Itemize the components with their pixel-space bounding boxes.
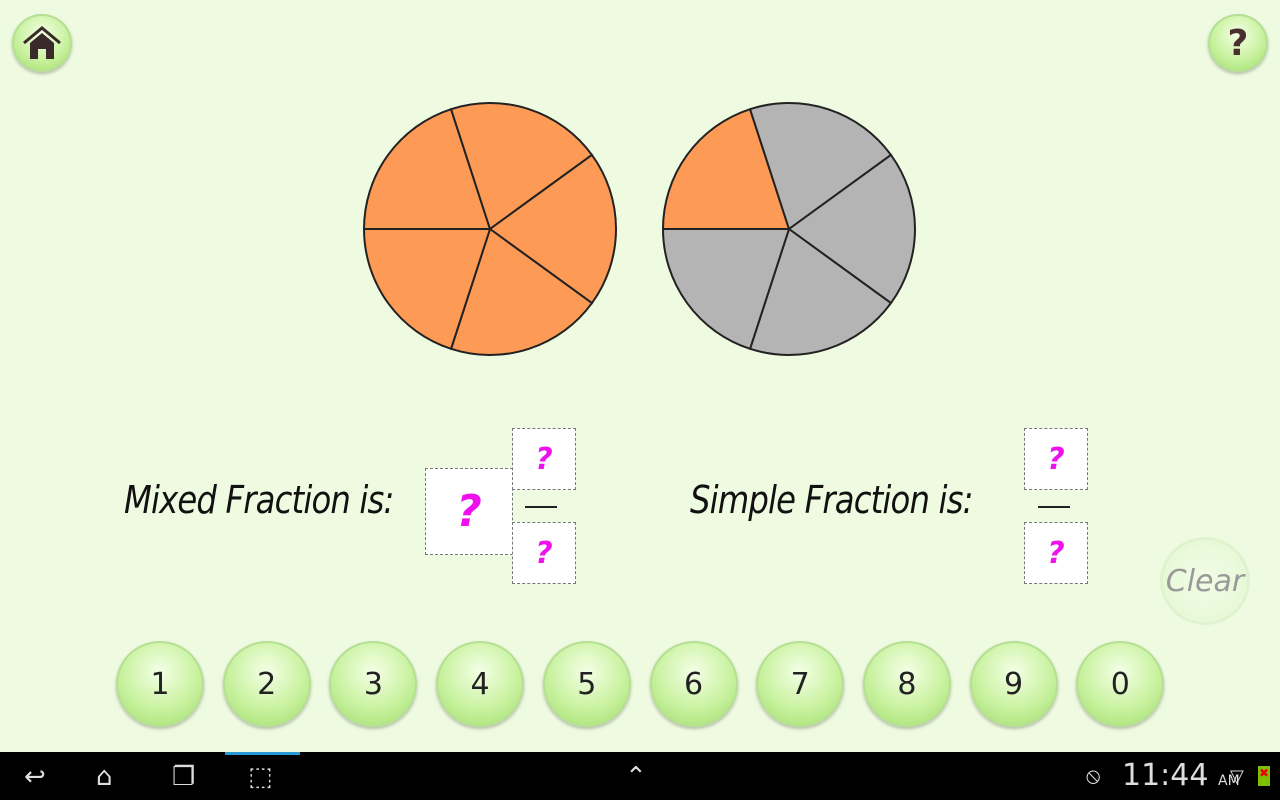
digit-button-5[interactable]: 5 [542,641,631,727]
digit-button-7[interactable]: 7 [756,641,845,727]
digit-button-2[interactable]: 2 [222,641,311,727]
digit-button-1[interactable]: 1 [116,641,204,727]
back-icon[interactable]: ↩ [24,762,46,792]
mixed-fraction-label: Mixed Fraction is: [124,478,394,522]
clock: 11:44 AM [1122,758,1240,793]
screenshot-icon[interactable]: ⬚ [248,762,273,792]
simple-numerator-input[interactable]: ? [1024,428,1088,490]
recent-apps-icon[interactable]: ❐ [172,762,195,792]
battery-icon: ✖ [1258,766,1270,786]
mixed-whole-input[interactable]: ? [425,468,513,555]
pie-left [362,102,617,356]
digit-button-8[interactable]: 8 [862,641,951,727]
digit-button-4[interactable]: 4 [436,641,525,727]
chevron-up-icon[interactable]: ⌃ [625,762,647,792]
mixed-numerator-input[interactable]: ? [512,428,576,490]
no-touch-icon: ⦸ [1086,764,1101,789]
home-nav-icon[interactable]: ⌂ [96,762,113,792]
fraction-pies [362,102,916,356]
digit-button-6[interactable]: 6 [649,641,738,727]
system-navigation-bar: ↩ ⌂ ❐ ⬚ ⌃ ⦸ 11:44 AM ▽ ✖ [0,752,1280,800]
simple-denominator-input[interactable]: ? [1024,522,1088,584]
digit-button-3[interactable]: 3 [329,641,418,727]
pie-right [661,102,916,356]
clear-button[interactable]: Clear [1160,537,1250,625]
wifi-icon: ▽ [1230,766,1244,787]
simple-fraction-label: Simple Fraction is: [690,478,974,522]
digit-button-0[interactable]: 0 [1076,641,1165,727]
digit-button-9[interactable]: 9 [969,641,1058,727]
mixed-denominator-input[interactable]: ? [512,522,576,584]
fraction-bar [525,506,557,508]
fraction-bar [1038,506,1070,508]
